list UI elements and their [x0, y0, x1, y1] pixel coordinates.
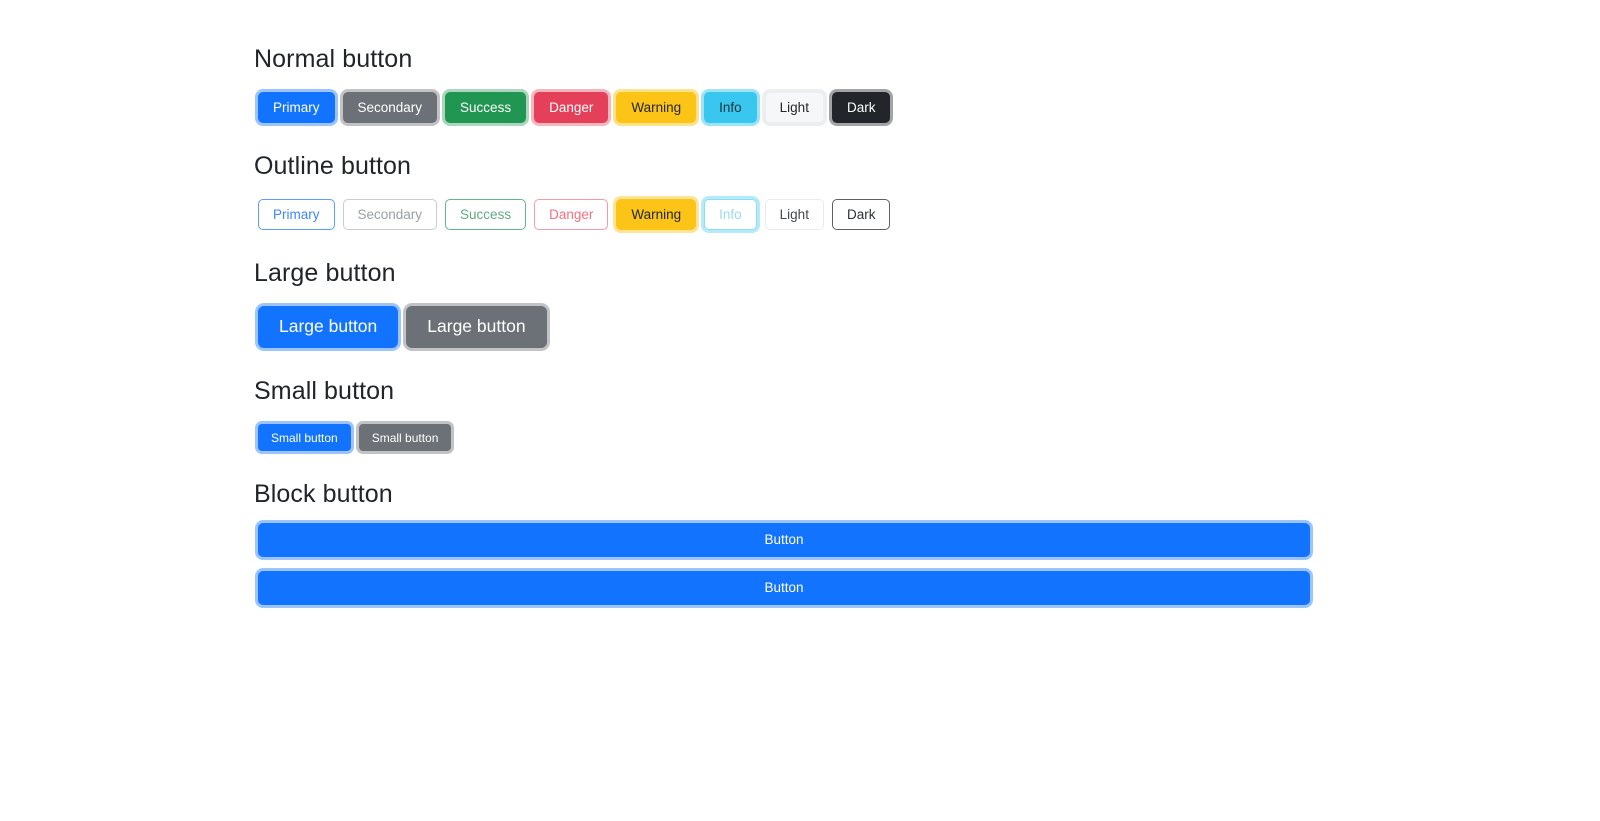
button-outline-secondary[interactable]: Secondary — [342, 199, 438, 230]
button-outline-warning[interactable]: Warning — [616, 199, 697, 230]
button-block-primary-1[interactable]: Button — [258, 523, 1310, 557]
section-small-button: Small button Small button Small button — [254, 376, 1314, 455]
button-outline-light[interactable]: Light — [764, 199, 824, 230]
heading-outline-button: Outline button — [254, 152, 412, 180]
section-block-button: Block button Button Button — [254, 479, 1314, 605]
heading-large-button: Large button — [254, 259, 396, 287]
heading-normal-button: Normal button — [254, 45, 413, 73]
button-danger[interactable]: Danger — [534, 92, 609, 123]
button-dark[interactable]: Dark — [831, 92, 891, 123]
button-secondary[interactable]: Secondary — [342, 92, 438, 123]
button-warning[interactable]: Warning — [616, 92, 697, 123]
block-button-stack: Button Button — [254, 523, 1314, 605]
button-block-primary-2[interactable]: Button — [258, 571, 1310, 605]
section-large-button: Large button Large button Large button — [254, 258, 1314, 352]
button-large-primary[interactable]: Large button — [258, 306, 399, 348]
section-normal-button: Normal button Primary Secondary Success … — [254, 44, 1314, 127]
normal-button-row: Primary Secondary Success Danger Warning… — [254, 88, 1314, 127]
button-large-secondary[interactable]: Large button — [406, 306, 547, 348]
button-small-secondary[interactable]: Small button — [358, 424, 452, 451]
button-light[interactable]: Light — [764, 92, 824, 123]
heading-small-button: Small button — [254, 377, 395, 405]
button-outline-success[interactable]: Success — [445, 199, 527, 230]
section-outline-button: Outline button Primary Secondary Success… — [254, 151, 1314, 234]
button-outline-danger[interactable]: Danger — [534, 199, 609, 230]
outline-button-row: Primary Secondary Success Danger Warning… — [254, 195, 1314, 234]
button-info[interactable]: Info — [704, 92, 757, 123]
page-root: Normal button Primary Secondary Success … — [0, 0, 1600, 821]
button-small-primary[interactable]: Small button — [258, 424, 351, 451]
button-showcase: Normal button Primary Secondary Success … — [254, 44, 1314, 609]
large-button-row: Large button Large button — [254, 302, 1314, 352]
button-success[interactable]: Success — [445, 92, 527, 123]
button-outline-info[interactable]: Info — [704, 199, 757, 230]
button-primary[interactable]: Primary — [258, 92, 335, 123]
button-outline-dark[interactable]: Dark — [831, 199, 891, 230]
small-button-row: Small button Small button — [254, 420, 1314, 455]
button-outline-primary[interactable]: Primary — [258, 199, 335, 230]
heading-block-button: Block button — [254, 480, 393, 508]
